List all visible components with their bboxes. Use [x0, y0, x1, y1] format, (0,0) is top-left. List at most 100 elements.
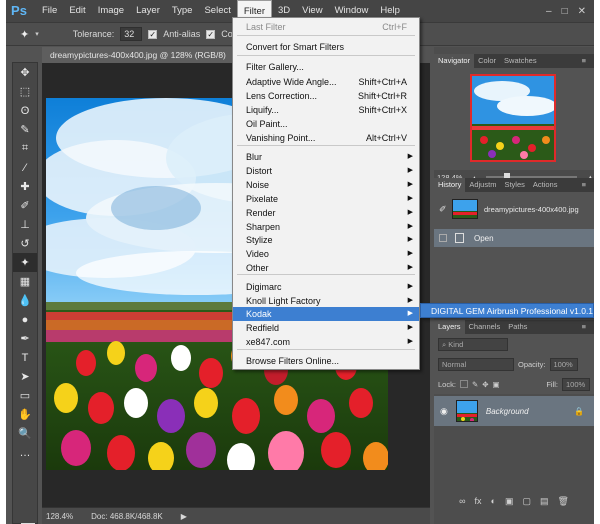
history-state-checkbox[interactable] [439, 234, 447, 242]
new-layer-icon[interactable]: ▤ [540, 496, 549, 510]
lock-image-icon[interactable]: ✎ [472, 380, 478, 389]
antialias-checkbox[interactable]: ✓ [148, 29, 158, 39]
gradient-tool-icon[interactable]: ▦ [13, 272, 37, 291]
healing-brush-tool-icon[interactable]: ✚ [13, 177, 37, 196]
filter-menu-item-video[interactable]: Video ▶ [233, 247, 419, 261]
filter-menu-item-kodak[interactable]: Kodak ▶ [233, 307, 419, 321]
layer-visibility-eye-icon[interactable]: ◉ [440, 406, 448, 417]
status-zoom[interactable]: 128.4% [46, 512, 73, 521]
tools-panel: ✥ ⬚ ʘ ✎ ⌗ ⁄ ✚ ✐ ⊥ ↺ ✦ ▦ 💧 ● ✒ T ➤ ▭ ✋ 🔍 … [12, 62, 38, 524]
blend-mode-select[interactable]: Normal [438, 357, 514, 371]
move-tool-icon[interactable]: ✥ [13, 63, 37, 82]
filter-menu-item-sharpen[interactable]: Sharpen ▶ [233, 220, 419, 234]
tab-layers[interactable]: Layers [434, 320, 465, 334]
layer-background[interactable]: ◉ Background 🔒 [434, 396, 594, 426]
tab-styles[interactable]: Styles [500, 178, 528, 192]
filter-menu-item-stylize[interactable]: Stylize ▶ [233, 233, 419, 247]
marquee-tool-icon[interactable]: ⬚ [13, 82, 37, 101]
crop-tool-icon[interactable]: ⌗ [13, 139, 37, 158]
filter-menu-item-digimarc[interactable]: Digimarc ▶ [233, 280, 419, 294]
document-tab[interactable]: dreamypictures-400x400.jpg @ 128% (RGB/8… [42, 47, 237, 63]
link-layers-icon[interactable]: ∞ [459, 496, 465, 510]
filter-menu-item-liquify[interactable]: Liquify... Shift+Ctrl+X [233, 103, 419, 117]
tool-preset-dropdown-icon[interactable]: ▾ [35, 30, 39, 38]
navigator-view-box[interactable] [470, 74, 556, 162]
filter-menu-item-vanishing-point[interactable]: Vanishing Point... Alt+Ctrl+V [233, 131, 419, 145]
tab-navigator[interactable]: Navigator [434, 54, 475, 68]
filter-menu-item-filter-gallery[interactable]: Filter Gallery... [233, 60, 419, 74]
quick-select-tool-icon[interactable]: ✎ [13, 120, 37, 139]
history-brush-source-icon[interactable]: ✐ [439, 204, 447, 215]
filter-menu-item-blur[interactable]: Blur ▶ [233, 150, 419, 164]
filter-menu-item-redfield[interactable]: Redfield ▶ [233, 321, 419, 335]
menu-file[interactable]: File [36, 0, 63, 22]
dodge-tool-icon[interactable]: ● [13, 310, 37, 329]
history-state-open[interactable]: Open [434, 229, 594, 247]
blur-tool-icon[interactable]: 💧 [13, 291, 37, 310]
status-arrow-icon[interactable]: ▶ [181, 512, 187, 521]
lock-position-icon[interactable]: ✥ [482, 380, 488, 389]
clone-stamp-tool-icon[interactable]: ⊥ [13, 215, 37, 234]
history-snapshot[interactable]: ✐ dreamypictures-400x400.jpg [434, 196, 594, 222]
new-group-icon[interactable]: ▢ [522, 496, 531, 510]
layer-name[interactable]: Background [486, 407, 529, 416]
filter-menu-item-adaptive-wide-angle[interactable]: Adaptive Wide Angle... Shift+Ctrl+A [233, 75, 419, 89]
filter-menu-item-noise[interactable]: Noise ▶ [233, 178, 419, 192]
tab-paths[interactable]: Paths [504, 320, 531, 334]
lock-all-icon[interactable]: ▣ [493, 380, 500, 389]
filter-menu-item-oil-paint[interactable]: Oil Paint... [233, 117, 419, 131]
tab-color[interactable]: Color [474, 54, 500, 68]
adjustment-layer-icon[interactable]: ◐ [491, 496, 496, 510]
type-tool-icon[interactable]: T [13, 348, 37, 367]
tab-swatches[interactable]: Swatches [500, 54, 541, 68]
layer-mask-icon[interactable]: ▣ [505, 496, 514, 510]
menu-layer[interactable]: Layer [130, 0, 166, 22]
brush-tool-icon[interactable]: ✐ [13, 196, 37, 215]
tolerance-input[interactable]: 32 [120, 27, 143, 41]
filter-menu-item-other[interactable]: Other ▶ [233, 261, 419, 275]
tab-history[interactable]: History [434, 178, 466, 192]
filter-menu-item-distort[interactable]: Distort ▶ [233, 164, 419, 178]
delete-layer-icon[interactable]: 🗑 [557, 496, 568, 510]
lasso-tool-icon[interactable]: ʘ [13, 101, 37, 120]
filter-menu-item-last-filter[interactable]: Last Filter Ctrl+F [233, 20, 419, 34]
layer-kind-filter[interactable]: ⌕ Kind [438, 337, 508, 351]
path-select-tool-icon[interactable]: ➤ [13, 367, 37, 386]
maximize-icon[interactable]: □ [562, 6, 568, 17]
magic-wand-icon[interactable]: ✦ [20, 28, 29, 41]
menu-image[interactable]: Image [92, 0, 130, 22]
opacity-input[interactable]: 100% [549, 357, 578, 371]
tab-adjustments[interactable]: Adjustm [465, 178, 500, 192]
navigator-menu-icon[interactable]: ≡ [578, 54, 590, 68]
filter-menu-item-convert-for-smart-filters[interactable]: Convert for Smart Filters [233, 40, 419, 54]
filter-menu-item-browse-filters-online[interactable]: Browse Filters Online... [233, 354, 419, 368]
navigator-preview[interactable] [434, 68, 594, 170]
layers-menu-icon[interactable]: ≡ [578, 320, 590, 334]
filter-menu-item-xe847-com[interactable]: xe847.com ▶ [233, 335, 419, 349]
zoom-tool-icon[interactable]: 🔍 [13, 424, 37, 443]
menu-edit[interactable]: Edit [63, 0, 91, 22]
history-menu-icon[interactable]: ≡ [578, 178, 590, 192]
contiguous-checkbox[interactable]: ✓ [206, 29, 216, 39]
close-icon[interactable]: ✕ [578, 6, 586, 17]
menu-type[interactable]: Type [166, 0, 199, 22]
filter-menu-item-knoll-light-factory[interactable]: Knoll Light Factory ▶ [233, 294, 419, 308]
eyedropper-tool-icon[interactable]: ⁄ [13, 158, 37, 177]
magic-wand-tool-icon[interactable]: ✦ [13, 253, 37, 272]
filter-menu-item-pixelate[interactable]: Pixelate ▶ [233, 192, 419, 206]
history-brush-tool-icon[interactable]: ↺ [13, 234, 37, 253]
minimize-icon[interactable]: – [546, 6, 552, 17]
filter-menu-item-render[interactable]: Render ▶ [233, 206, 419, 220]
lock-transparent-icon[interactable] [459, 380, 468, 388]
fill-input[interactable]: 100% [562, 377, 590, 391]
kodak-submenu-item[interactable]: DIGITAL GEM Airbrush Professional v1.0.1 [420, 303, 594, 318]
filter-menu-item-label: Distort [246, 166, 273, 176]
tab-channels[interactable]: Channels [465, 320, 505, 334]
layer-style-icon[interactable]: fx [474, 496, 481, 510]
hand-tool-icon[interactable]: ✋ [13, 405, 37, 424]
filter-menu-item-lens-correction[interactable]: Lens Correction... Shift+Ctrl+R [233, 89, 419, 103]
more-tools-icon[interactable]: … [13, 443, 37, 462]
pen-tool-icon[interactable]: ✒ [13, 329, 37, 348]
tab-actions[interactable]: Actions [529, 178, 562, 192]
rectangle-tool-icon[interactable]: ▭ [13, 386, 37, 405]
